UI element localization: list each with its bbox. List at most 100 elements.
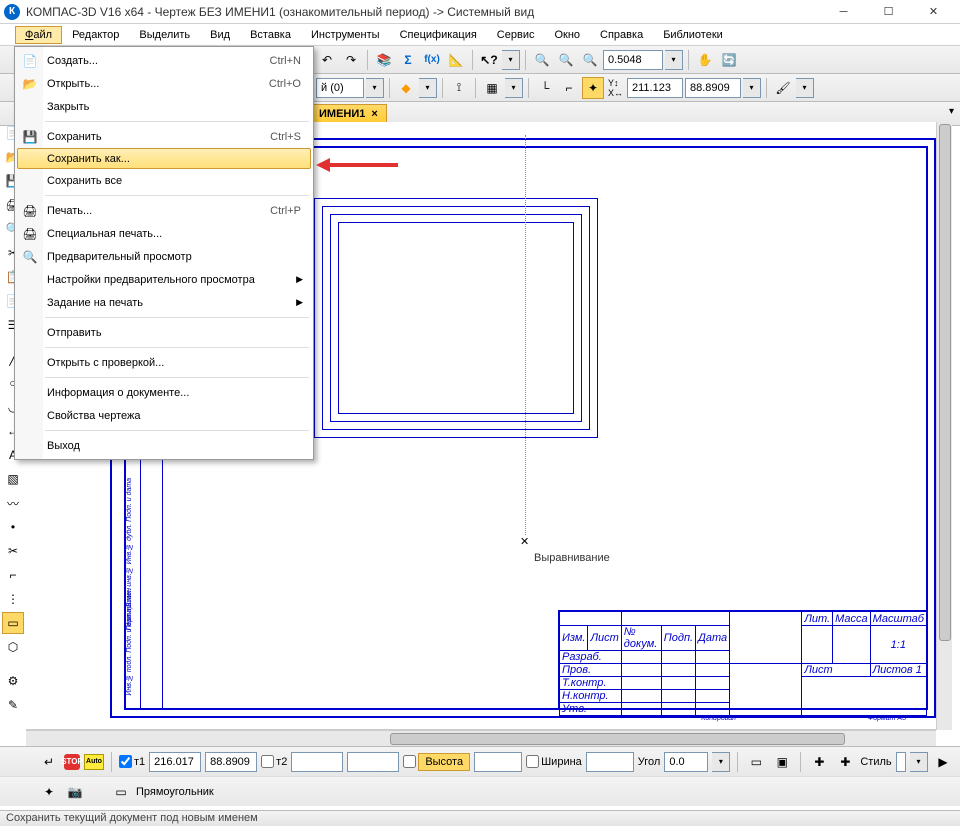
menu-item-doc-info[interactable]: Информация о документе... [17, 381, 311, 404]
menu-item-close[interactable]: Закрыть [17, 95, 311, 118]
tool-point[interactable]: • [2, 516, 24, 538]
width-checkbox[interactable] [526, 755, 539, 768]
b-x-input[interactable] [149, 752, 201, 772]
help-dropdown[interactable]: ▾ [502, 50, 520, 70]
linetype-button[interactable]: ◆ [395, 77, 417, 99]
redo-button[interactable]: ↷ [340, 49, 362, 71]
zoom-fit-button[interactable]: 🔍 [531, 49, 553, 71]
menu-item-print[interactable]: 🖨Печать...Ctrl+P [17, 199, 311, 222]
height-checkbox[interactable] [403, 755, 416, 768]
stop-icon[interactable]: STOP [64, 754, 80, 770]
close-button[interactable]: ✕ [911, 0, 956, 24]
snap-cam-button[interactable]: 📷 [64, 781, 86, 803]
angle-dropdown[interactable]: ▾ [712, 752, 730, 772]
menu-item-create[interactable]: 📄Создать...Ctrl+N [17, 49, 311, 72]
pan-button[interactable]: ✋ [694, 49, 716, 71]
tool-spline[interactable]: 〰 [2, 492, 24, 514]
menu-item-doc-props[interactable]: Свойства чертежа [17, 404, 311, 427]
menu-service[interactable]: Сервис [487, 26, 545, 44]
vertical-scrollbar[interactable] [936, 122, 952, 730]
t1-checkbox[interactable] [119, 755, 132, 768]
cursor-snap-label: Выравнивание [534, 552, 610, 564]
scroll-right-button[interactable]: ▶ [932, 751, 954, 773]
angle-input[interactable] [664, 752, 708, 772]
style-selector[interactable] [896, 752, 906, 772]
menu-item-save-all[interactable]: Сохранить все [17, 169, 311, 192]
b-y-input[interactable] [205, 752, 257, 772]
tool-hatch[interactable]: ▧ [2, 468, 24, 490]
linetype-dropdown[interactable]: ▾ [419, 78, 437, 98]
tool-edit[interactable]: ✎ [2, 694, 24, 716]
zoom-dropdown[interactable]: ▾ [665, 50, 683, 70]
width-input[interactable] [586, 752, 634, 772]
menu-window[interactable]: Окно [544, 26, 590, 44]
menu-help[interactable]: Справка [590, 26, 653, 44]
snap-button[interactable]: ✦ [582, 77, 604, 99]
height-input[interactable] [474, 752, 522, 772]
menu-item-exit[interactable]: Выход [17, 434, 311, 457]
zoom-input[interactable] [603, 50, 663, 70]
fx-button[interactable]: f(x) [421, 49, 443, 71]
brush-dropdown[interactable]: ▾ [796, 78, 814, 98]
menu-file[interactable]: Файл [15, 26, 62, 44]
menu-select[interactable]: Выделить [129, 26, 200, 44]
measure-button[interactable]: 📐 [445, 49, 467, 71]
help-cursor-button[interactable]: ↖? [478, 49, 500, 71]
layer-input[interactable] [316, 78, 364, 98]
menu-libs[interactable]: Библиотеки [653, 26, 733, 44]
tool-fillet[interactable]: ⌐ [2, 564, 24, 586]
horizontal-scrollbar[interactable] [26, 730, 936, 746]
rect-mode1-button[interactable]: ▭ [745, 751, 767, 773]
library-button[interactable]: 📚 [373, 49, 395, 71]
style-dropdown[interactable]: ▾ [910, 752, 928, 772]
menu-view[interactable]: Вид [200, 26, 240, 44]
minimize-button[interactable]: ─ [821, 0, 866, 24]
axis-button[interactable]: ✚ [808, 751, 830, 773]
menu-item-preview[interactable]: 🔍Предварительный просмотр [17, 245, 311, 268]
variables-button[interactable]: Σ [397, 49, 419, 71]
zoom-window-button[interactable]: 🔍 [555, 49, 577, 71]
menu-insert[interactable]: Вставка [240, 26, 301, 44]
brush-button[interactable]: 🖌 [772, 77, 794, 99]
maximize-button[interactable]: ☐ [866, 0, 911, 24]
coord-dropdown[interactable]: ▾ [743, 78, 761, 98]
grid-button[interactable]: ▦ [481, 77, 503, 99]
menu-item-open[interactable]: 📂Открыть...Ctrl+O [17, 72, 311, 95]
dimension-button[interactable]: ⟟ [448, 77, 470, 99]
menu-item-print-job[interactable]: Задание на печать▶ [17, 291, 311, 314]
tool-aux[interactable]: ⋮ [2, 588, 24, 610]
close-tab-icon[interactable]: × [371, 108, 377, 120]
tool-polygon[interactable]: ⬡ [2, 636, 24, 658]
refresh-button[interactable]: 🔄 [718, 49, 740, 71]
ortho-button[interactable]: └ [534, 77, 556, 99]
menu-edit[interactable]: Редактор [62, 26, 129, 44]
snap-round-button[interactable]: ⌐ [558, 77, 580, 99]
menu-item-preview-settings[interactable]: Настройки предварительного просмотра▶ [17, 268, 311, 291]
doc-tab-active[interactable]: ИМЕНИ1 × [310, 104, 387, 124]
undo-button[interactable]: ↶ [316, 49, 338, 71]
tool-trim[interactable]: ✂ [2, 540, 24, 562]
rect-mode2-button[interactable]: ▣ [771, 751, 793, 773]
menu-item-open-check[interactable]: Открыть с проверкой... [17, 351, 311, 374]
axis2-button[interactable]: ✚ [834, 751, 856, 773]
b-y2-input[interactable] [347, 752, 399, 772]
tab-menu-icon[interactable]: ▾ [949, 106, 954, 117]
b-x2-input[interactable] [291, 752, 343, 772]
menu-item-print-special[interactable]: 🖨Специальная печать... [17, 222, 311, 245]
t2-checkbox[interactable] [261, 755, 274, 768]
menu-spec[interactable]: Спецификация [390, 26, 487, 44]
tool-params[interactable]: ⚙ [2, 670, 24, 692]
menu-item-send[interactable]: Отправить [17, 321, 311, 344]
tool-rectangle[interactable]: ▭ [2, 612, 24, 634]
zoom-prev-button[interactable]: 🔍 [579, 49, 601, 71]
auto-icon[interactable]: Auto [84, 754, 104, 770]
coord-y-input[interactable] [685, 78, 741, 98]
menu-tools[interactable]: Инструменты [301, 26, 390, 44]
snap-obj-button[interactable]: ✦ [38, 781, 60, 803]
layer-dropdown[interactable]: ▾ [366, 78, 384, 98]
menu-item-save[interactable]: 💾СохранитьCtrl+S [17, 125, 311, 148]
apply-button[interactable]: ↵ [38, 751, 60, 773]
menu-item-save-as[interactable]: Сохранить как... [17, 148, 311, 169]
coord-x-input[interactable] [627, 78, 683, 98]
grid-dropdown[interactable]: ▾ [505, 78, 523, 98]
